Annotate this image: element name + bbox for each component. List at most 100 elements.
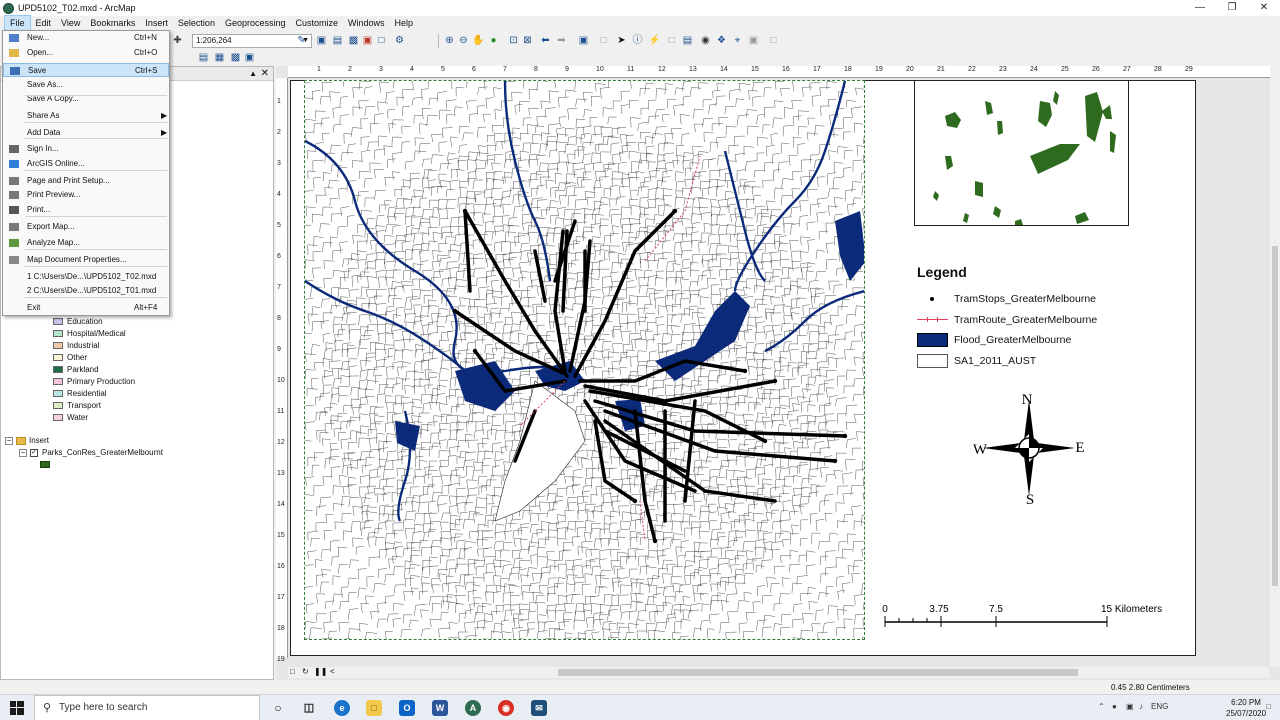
file-menu-item[interactable]: ArcGIS Online...	[3, 157, 169, 171]
forward-arrow-icon[interactable]: ➡	[556, 35, 567, 46]
minimize-button[interactable]: —	[1184, 0, 1216, 16]
microphone-icon[interactable]: ●	[1112, 702, 1117, 711]
pan-hand-icon[interactable]: ✋	[472, 35, 484, 46]
fixed-zoom-in-icon[interactable]: ⊡	[508, 35, 519, 46]
menu-windows[interactable]: Windows	[343, 16, 390, 31]
file-menu-item[interactable]: Save As...	[3, 78, 169, 92]
cortana-icon[interactable]: ○	[270, 700, 286, 716]
fixed-zoom-out-icon[interactable]: ⊠	[522, 35, 533, 46]
vertical-scrollbar[interactable]	[1270, 66, 1280, 667]
select-features-icon[interactable]: ▣	[578, 35, 589, 46]
outlook-icon[interactable]: O	[399, 700, 415, 716]
windows-start-icon[interactable]	[10, 701, 24, 715]
layout-view-tab-icon[interactable]: □	[290, 667, 295, 676]
refresh-icon[interactable]: ↻	[302, 667, 309, 676]
scroll-left-icon[interactable]: <	[330, 667, 335, 676]
create-viewer-icon[interactable]: □	[768, 35, 779, 46]
file-menu-item[interactable]: Print Preview...	[3, 188, 169, 202]
time-slider-icon[interactable]: ▣	[748, 35, 759, 46]
file-menu-item[interactable]: Page and Print Setup...	[3, 174, 169, 188]
task-view-icon[interactable]: ◫	[301, 700, 317, 716]
restore-button[interactable]: ❐	[1216, 0, 1248, 16]
inset-map-frame[interactable]	[914, 80, 1129, 226]
layer-visibility-checkbox[interactable]: ✓	[30, 448, 38, 457]
menu-separator	[25, 249, 167, 250]
word-icon[interactable]: W	[432, 700, 448, 716]
file-menu-item[interactable]: New... Ctrl+N	[3, 31, 169, 45]
pin-icon[interactable]: ▲	[249, 67, 257, 81]
file-menu-item[interactable]: Map Document Properties...	[3, 253, 169, 267]
tray-chevron-icon[interactable]: ⌃	[1098, 702, 1105, 711]
close-icon[interactable]: ✕	[261, 67, 269, 81]
arcmap-taskbar-icon[interactable]: A	[465, 700, 481, 716]
notifications-icon[interactable]: □	[1266, 702, 1271, 711]
file-menu-item[interactable]: Analyze Map...	[3, 236, 169, 250]
draw-line-icon[interactable]: ✎	[296, 35, 307, 46]
tram-stop-point	[472, 348, 478, 354]
horizontal-scroll-thumb[interactable]	[558, 669, 1078, 676]
menu-insert[interactable]: Insert	[140, 16, 173, 31]
menu-selection[interactable]: Selection	[173, 16, 220, 31]
menu-view[interactable]: View	[56, 16, 85, 31]
identify-icon[interactable]: ⓘ	[632, 35, 643, 46]
file-explorer-icon[interactable]: □	[366, 700, 382, 716]
zoom-out-icon[interactable]: ⊖	[458, 35, 469, 46]
data-frame-row[interactable]: − Insert	[5, 436, 49, 445]
back-arrow-icon[interactable]: ⬅	[540, 35, 551, 46]
layout-page-icon[interactable]: ▣	[316, 35, 327, 46]
ruler-tick-label: 8	[277, 315, 281, 322]
menu-customize[interactable]: Customize	[291, 16, 344, 31]
menu-edit[interactable]: Edit	[31, 16, 57, 31]
new-map-icon[interactable]: ▤	[198, 52, 209, 63]
file-menu-item[interactable]: Sign In...	[3, 142, 169, 156]
search-window-icon[interactable]: ▣	[244, 52, 255, 63]
file-menu-item[interactable]: 1 C:\Users\De...\UPD5102_T02.mxd	[3, 270, 169, 284]
taskbar-search-box[interactable]: ⚲ Type here to search	[34, 695, 260, 720]
hyperlink-icon[interactable]: ⚡	[648, 35, 660, 46]
open-icon[interactable]: ▦	[214, 52, 225, 63]
red-box-icon[interactable]: ▣	[362, 35, 373, 46]
zoom-in-icon[interactable]: ⊕	[444, 35, 455, 46]
main-map-frame[interactable]	[304, 80, 865, 640]
add-data-icon[interactable]: ✚	[172, 35, 183, 46]
file-menu-item[interactable]: Share As ▶	[3, 109, 169, 123]
chrome-icon[interactable]: ◉	[498, 700, 514, 716]
full-page-icon[interactable]: □	[376, 35, 387, 46]
measure-icon[interactable]: ▤	[682, 35, 693, 46]
file-menu-item[interactable]: Exit Alt+F4	[3, 301, 169, 315]
close-window-button[interactable]: ✕	[1248, 0, 1280, 16]
html-popup-icon[interactable]: □	[666, 35, 677, 46]
menu-help[interactable]: Help	[390, 16, 419, 31]
layout-extent-icon[interactable]: ▤	[332, 35, 343, 46]
catalog-icon[interactable]: ▩	[230, 52, 241, 63]
collapse-icon[interactable]: −	[19, 448, 27, 457]
editor-icon[interactable]: ⚙	[394, 35, 405, 46]
file-menu-item[interactable]: 2 C:\Users\De...\UPD5102_T01.mxd	[3, 284, 169, 298]
volume-icon[interactable]: ♪	[1139, 702, 1143, 711]
select-elements-icon[interactable]: ➤	[616, 35, 627, 46]
file-menu-item[interactable]: Export Map...	[3, 220, 169, 234]
scale-dropdown[interactable]: 1:206,264 ▼	[192, 34, 312, 48]
full-extent-icon[interactable]: ●	[488, 35, 499, 46]
menu-geoprocessing[interactable]: Geoprocessing	[220, 16, 291, 31]
go-to-xy-icon[interactable]: ⌖	[732, 35, 743, 46]
file-menu-item[interactable]: Open... Ctrl+O	[3, 46, 169, 60]
file-menu-item[interactable]: Print...	[3, 203, 169, 217]
find-route-icon[interactable]: ❖	[716, 35, 727, 46]
find-binoculars-icon[interactable]: ◉	[700, 35, 711, 46]
pause-icon[interactable]: ❚❚	[314, 667, 327, 676]
collapse-icon[interactable]: −	[5, 436, 13, 445]
edge-browser-icon[interactable]: e	[334, 700, 350, 716]
fixed-zoom-icon[interactable]: ▩	[348, 35, 359, 46]
mail-icon[interactable]: ✉	[531, 700, 547, 716]
menu-bookmarks[interactable]: Bookmarks	[85, 16, 140, 31]
taskbar-clock[interactable]: 6:20 PM 25/07/2020	[1226, 697, 1266, 719]
layer-row[interactable]: − ✓ Parks_ConRes_GreaterMelbournt	[19, 448, 163, 457]
file-menu-item[interactable]: Save Ctrl+S	[3, 63, 169, 77]
ruler-tick-label: 15	[277, 532, 285, 539]
network-icon[interactable]: ▣	[1126, 702, 1134, 711]
vertical-scroll-thumb[interactable]	[1272, 246, 1278, 586]
horizontal-scrollbar[interactable]: □ ↻ ❚❚ <	[288, 667, 1270, 678]
clear-selection-icon[interactable]: □	[598, 35, 609, 46]
language-indicator[interactable]: ENG	[1151, 702, 1168, 711]
